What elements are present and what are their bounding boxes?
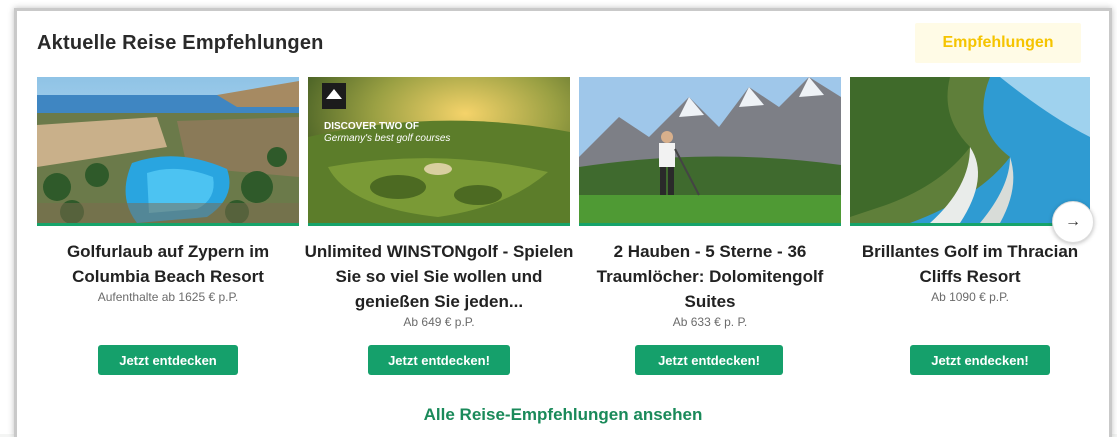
card-price: Ab 633 € p. P. bbox=[672, 315, 748, 329]
image-accent-bar bbox=[579, 223, 841, 226]
card-title[interactable]: Golfurlaub auf Zypern im Columbia Beach … bbox=[31, 239, 305, 305]
image-accent-bar bbox=[37, 223, 299, 226]
mountain-golfer-photo[interactable] bbox=[579, 77, 841, 223]
cover-subline: Germany's best golf courses bbox=[324, 133, 451, 144]
card-title[interactable]: Brillantes Golf im Thracian Cliffs Resor… bbox=[844, 239, 1096, 305]
card-thracian-cliffs[interactable]: Brillantes Golf im Thracian Cliffs Resor… bbox=[850, 77, 1090, 407]
all-recommendations-link[interactable]: Alle Reise-Empfehlungen ansehen bbox=[17, 405, 1109, 425]
discover-button[interactable]: Jetzt entdecken! bbox=[368, 345, 510, 375]
golf-course-photo[interactable]: DISCOVER TWO OF Germany's best golf cour… bbox=[308, 77, 570, 223]
recommendations-panel: Aktuelle Reise Empfehlungen Empfehlungen bbox=[14, 8, 1112, 437]
coastal-cliffs-photo[interactable] bbox=[850, 77, 1090, 223]
section-title: Aktuelle Reise Empfehlungen bbox=[37, 32, 324, 54]
card-columbia-beach[interactable]: Golfurlaub auf Zypern im Columbia Beach … bbox=[37, 77, 301, 407]
card-price: Aufenthalte ab 1625 € p.P. bbox=[97, 290, 239, 304]
discover-button[interactable]: Jetzt endecken! bbox=[910, 345, 1050, 375]
discover-button[interactable]: Jetzt entdecken! bbox=[635, 345, 783, 375]
card-title[interactable]: 2 Hauben - 5 Sterne - 36 Traumlöcher: Do… bbox=[573, 239, 847, 330]
page-frame: Aktuelle Reise Empfehlungen Empfehlungen bbox=[0, 0, 1117, 437]
discover-button[interactable]: Jetzt entdecken bbox=[98, 345, 238, 375]
recommendations-button[interactable]: Empfehlungen bbox=[915, 23, 1081, 63]
resort-pool-photo[interactable] bbox=[37, 77, 299, 223]
image-accent-bar bbox=[308, 223, 570, 226]
cover-headline: DISCOVER TWO OF bbox=[324, 121, 419, 132]
card-title[interactable]: Unlimited WINSTONgolf - Spielen Sie so v… bbox=[302, 239, 576, 330]
next-arrow-icon[interactable]: → bbox=[1052, 201, 1094, 243]
card-winstongolf[interactable]: DISCOVER TWO OF Germany's best golf cour… bbox=[305, 77, 573, 407]
card-price: Ab 1090 € p.P. bbox=[931, 290, 1009, 304]
card-price: Ab 649 € p.P. bbox=[403, 315, 475, 329]
card-dolomitengolf[interactable]: 2 Hauben - 5 Sterne - 36 Traumlöcher: Do… bbox=[579, 77, 843, 407]
